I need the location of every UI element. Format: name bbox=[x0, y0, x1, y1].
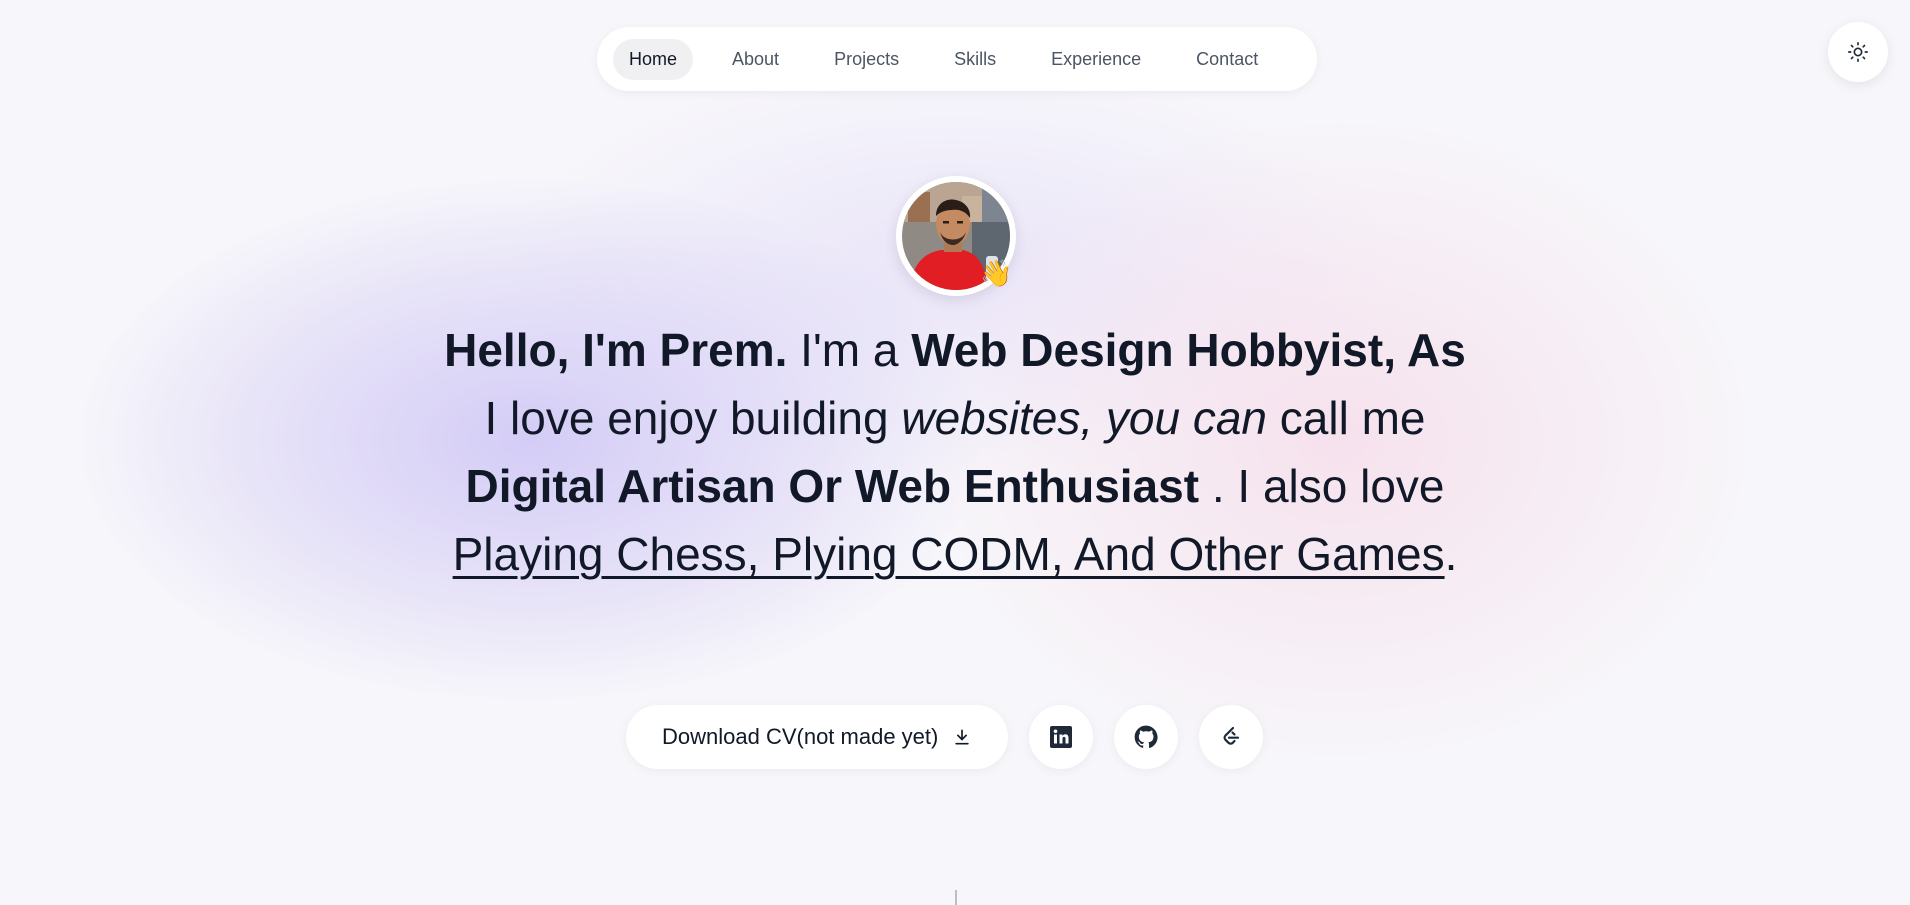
download-icon bbox=[952, 727, 972, 747]
github-icon bbox=[1134, 725, 1158, 748]
greeting: Hello, I'm Prem. bbox=[444, 324, 788, 376]
nav-item-projects[interactable]: Projects bbox=[818, 39, 915, 80]
nickname: Digital Artisan Or Web Enthusiast bbox=[465, 460, 1200, 512]
download-cv-button[interactable]: Download CV(not made yet) bbox=[626, 705, 1009, 769]
hobbies-link[interactable]: Playing Chess, Plying CODM, And Other Ga… bbox=[453, 528, 1445, 580]
linkedin-button[interactable] bbox=[1029, 705, 1094, 769]
theme-toggle-button[interactable] bbox=[1828, 22, 1888, 82]
hero-actions: Download CV(not made yet) bbox=[626, 705, 1264, 769]
scroll-indicator bbox=[955, 890, 957, 905]
nav-item-home[interactable]: Home bbox=[613, 38, 694, 80]
headline-text-3: call me bbox=[1267, 392, 1426, 444]
role: Web Design Hobbyist, As bbox=[911, 324, 1466, 376]
waving-hand-icon: 👋 bbox=[980, 258, 1013, 288]
nav-item-contact[interactable]: Contact bbox=[1180, 39, 1274, 80]
hero-headline: Hello, I'm Prem. I'm a Web Design Hobbyi… bbox=[440, 316, 1470, 588]
leetcode-button[interactable] bbox=[1199, 705, 1264, 769]
leetcode-icon bbox=[1223, 726, 1240, 745]
headline-text-4: . I also love bbox=[1199, 460, 1445, 512]
main-nav: Home About Projects Skills Experience Co… bbox=[597, 27, 1317, 91]
headline-text-1: I'm a bbox=[787, 324, 912, 376]
nav-item-experience[interactable]: Experience bbox=[1035, 39, 1157, 80]
avatar: 👋 bbox=[896, 176, 1016, 296]
nav-item-about[interactable]: About bbox=[716, 39, 795, 80]
headline-text-5: . bbox=[1444, 528, 1458, 580]
download-cv-label: Download CV(not made yet) bbox=[662, 724, 939, 749]
headline-text-2: I love enjoy building bbox=[484, 392, 902, 444]
sun-icon bbox=[1848, 42, 1868, 62]
github-button[interactable] bbox=[1114, 705, 1179, 769]
nav-item-skills[interactable]: Skills bbox=[938, 39, 1012, 80]
linkedin-icon bbox=[1050, 726, 1073, 748]
headline-italic: websites, you can bbox=[901, 392, 1267, 444]
